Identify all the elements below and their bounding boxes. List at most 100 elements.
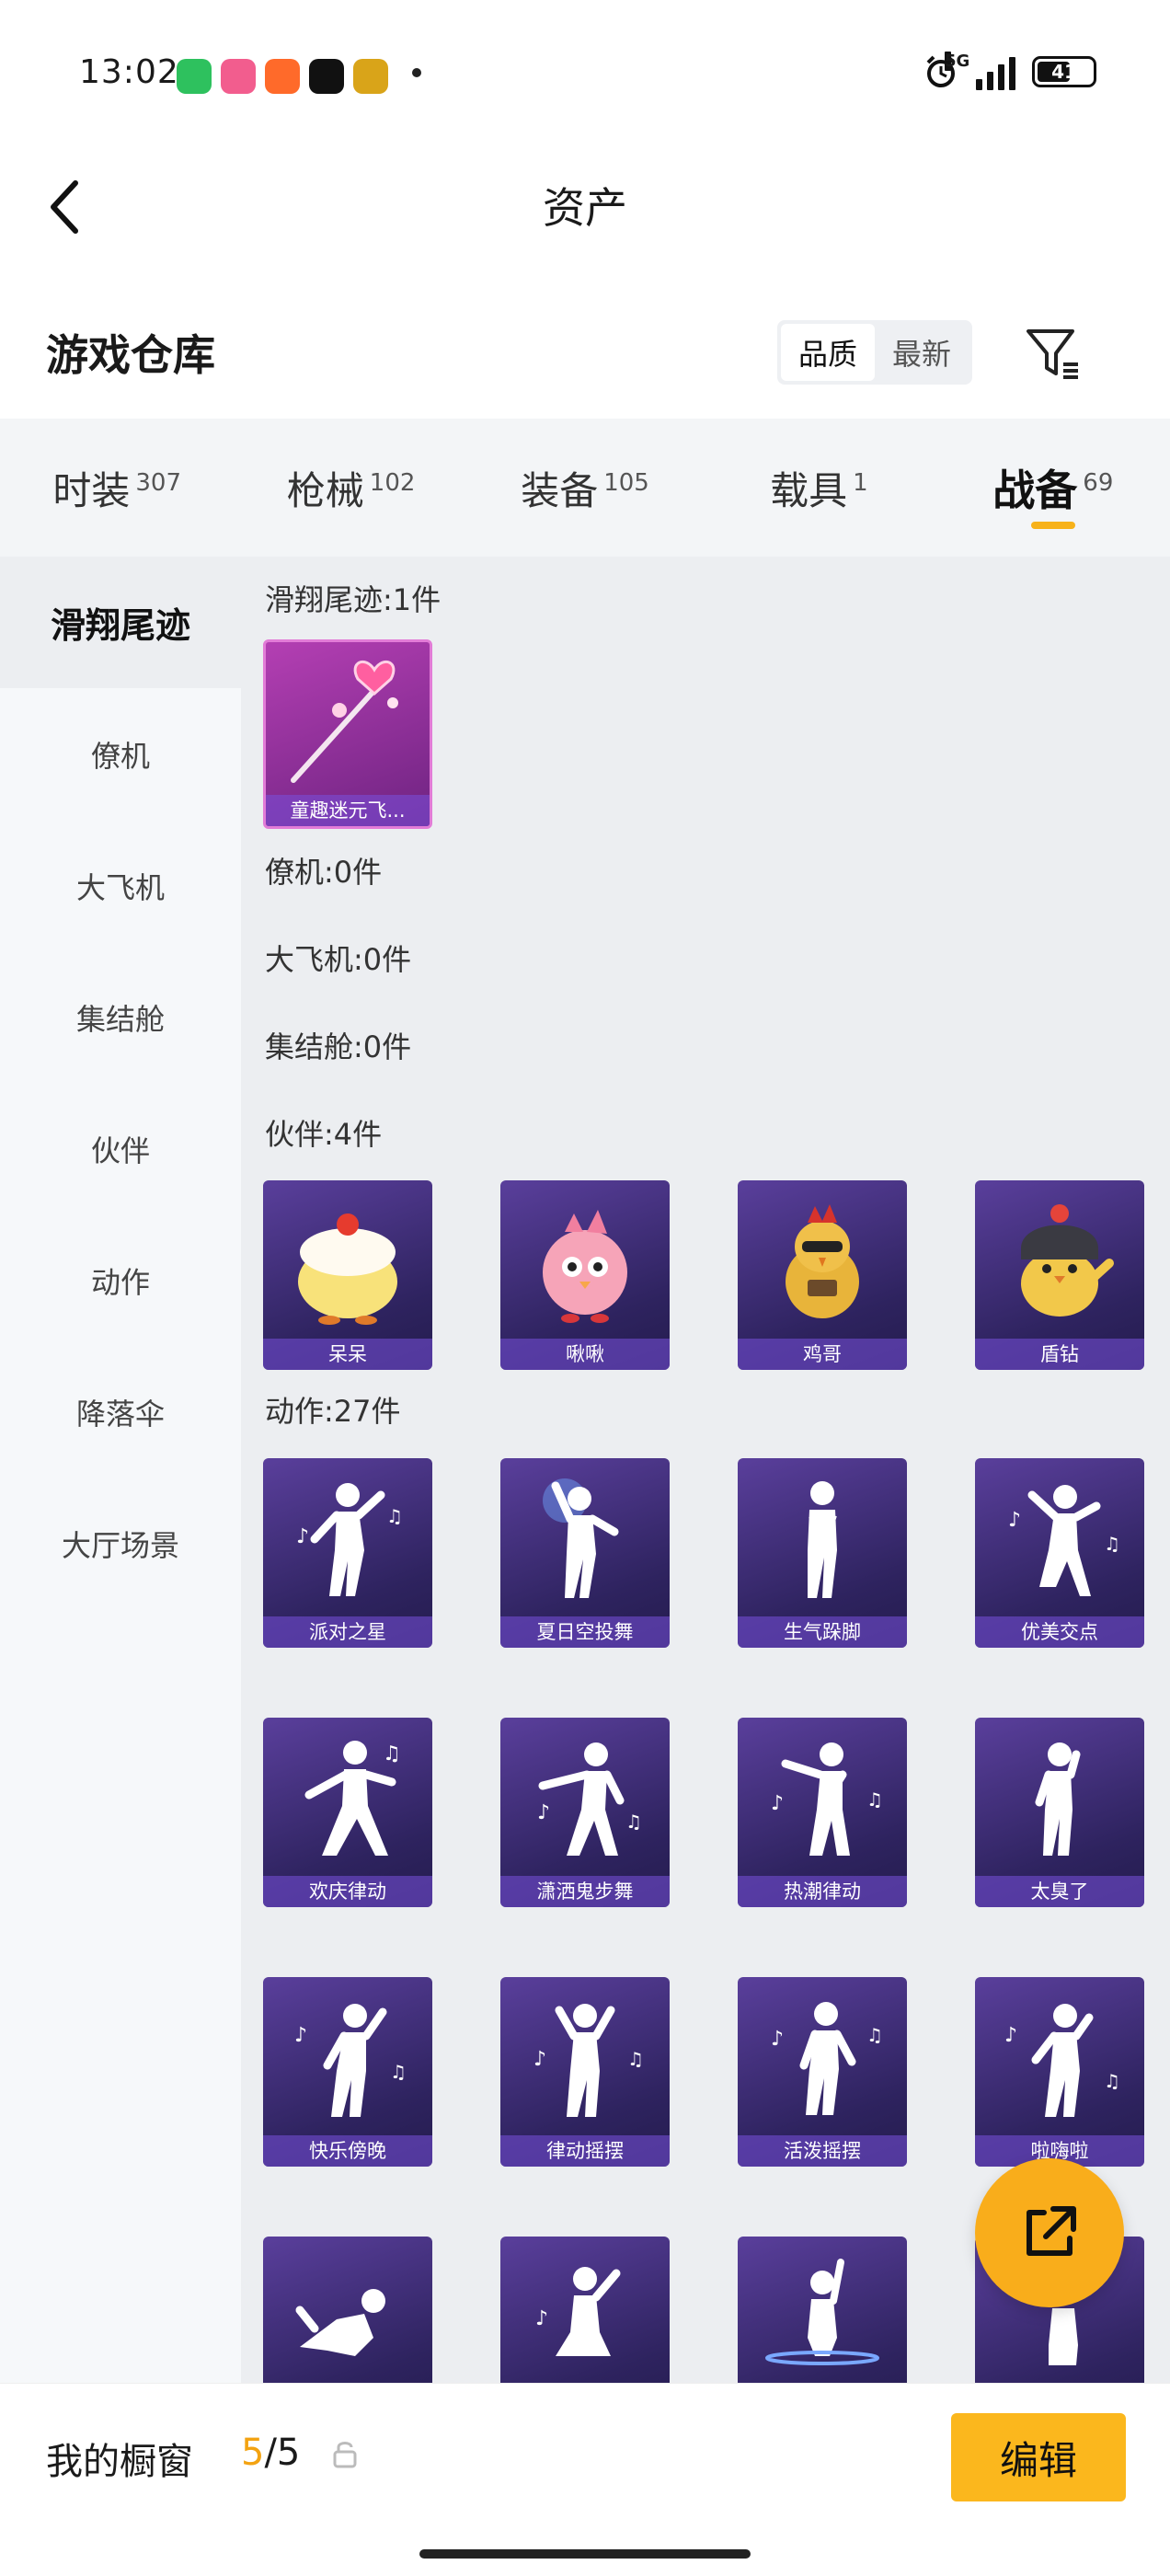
item-label: 太臭了 (975, 1876, 1144, 1907)
category-sidebar: 滑翔尾迹 僚机 大飞机 集结舱 伙伴 动作 降落伞 大厅场景 (0, 557, 241, 2383)
battery-icon: 41 (1032, 56, 1096, 87)
notification-dot (412, 68, 421, 77)
item-card-emote[interactable]: ♪ ♫ 热潮律动 (738, 1718, 907, 1907)
item-card-emote[interactable]: ♪ ♫ 派对之星 (263, 1458, 432, 1648)
sidebar-item-lobby[interactable]: 大厅场景 (0, 1478, 241, 1609)
item-card-emote[interactable]: ♪ ♫ 优美交点 (975, 1458, 1144, 1648)
sort-latest-button[interactable]: 最新 (875, 324, 969, 381)
dancer-icon: ♪♫ (771, 2002, 883, 2115)
lock-icon (333, 2442, 357, 2468)
wechat-icon (177, 59, 212, 94)
dancer-icon: ♫ (304, 1741, 401, 1856)
sidebar-item-parachute[interactable]: 降落伞 (0, 1346, 241, 1478)
dancer-icon: ♪♫ (771, 1742, 883, 1856)
showcase-count-total: /5 (264, 2432, 301, 2474)
item-card-emote[interactable]: ♪ ♫ 潇洒鬼步舞 (500, 1718, 670, 1907)
dancer-icon: ♪♫ (294, 2004, 407, 2117)
item-card-emote[interactable]: ♪ ♫ 快乐傍晚 (263, 1977, 432, 2167)
category-tabs: 时装 307 枪械 102 装备 105 载具 1 战备 69 (0, 419, 1170, 557)
section-header: 游戏仓库 品质 最新 (0, 294, 1170, 414)
network-label: 5G (945, 52, 970, 71)
bottom-bar: 我的橱窗 5/5 编辑 (0, 2383, 1170, 2576)
item-label: 童趣迷元飞... (266, 795, 430, 826)
item-card-emote[interactable]: ♪ ♫ 活泼摇摆 (738, 1977, 907, 2167)
item-card-partner[interactable]: 啾啾 (500, 1180, 670, 1370)
dancer-icon (808, 1481, 837, 1598)
svg-text:♪: ♪ (294, 2024, 307, 2047)
tab-label: 装备 (521, 467, 599, 513)
status-time: 13:02 (79, 53, 179, 91)
item-grid: 滑翔尾迹:1件 童趣迷元飞... 僚机:0件 大飞机:0件 集结舱:0件 伙伴:… (241, 557, 1170, 2383)
sidebar-item-plane[interactable]: 大飞机 (0, 820, 241, 951)
tab-label: 载具 (770, 467, 848, 513)
showcase-count: 5/5 (241, 2432, 300, 2474)
sort-quality-button[interactable]: 品质 (781, 324, 875, 381)
tab-fashion[interactable]: 时装 307 (0, 419, 234, 557)
chick-icon (298, 1213, 397, 1325)
tab-equipment[interactable]: 装备 105 (468, 419, 702, 557)
group-title-wingman: 僚机:0件 (265, 855, 383, 890)
item-card-emote[interactable]: ♪ (500, 2237, 670, 2383)
tab-vehicles[interactable]: 载具 1 (702, 419, 935, 557)
item-card-partner[interactable]: 盾钻 (975, 1180, 1144, 1370)
group-title-emote: 动作:27件 (265, 1394, 401, 1429)
item-card-emote[interactable] (738, 2237, 907, 2383)
item-card-emote[interactable]: 夏日空投舞 (500, 1458, 670, 1648)
item-card-partner[interactable]: 鸡哥 (738, 1180, 907, 1370)
edit-button[interactable]: 编辑 (951, 2413, 1126, 2501)
sidebar-item-capsule[interactable]: 集结舱 (0, 951, 241, 1083)
svg-text:♫: ♫ (866, 2024, 883, 2046)
sidebar-item-wingman[interactable]: 僚机 (0, 688, 241, 820)
item-card-emote[interactable]: 生气跺脚 (738, 1458, 907, 1648)
share-button[interactable] (975, 2158, 1124, 2307)
pink-bird-icon (543, 1210, 627, 1323)
helmet-chick-icon (1021, 1204, 1114, 1317)
dancer-icon: ♪♫ (1004, 2004, 1120, 2117)
item-label: 派对之星 (263, 1616, 432, 1648)
svg-text:♫: ♫ (625, 1811, 642, 1833)
sidebar-item-trail[interactable]: 滑翔尾迹 (0, 557, 241, 688)
svg-text:♫: ♫ (627, 2048, 644, 2070)
item-label: 欢庆律动 (263, 1876, 432, 1907)
svg-text:♫: ♫ (1104, 1533, 1120, 1555)
item-card-emote[interactable]: ♪ ♫ 啦嗨啦 (975, 1977, 1144, 2167)
item-label: 鸡哥 (738, 1339, 907, 1370)
sidebar-item-partner[interactable]: 伙伴 (0, 1083, 241, 1214)
svg-text:♫: ♫ (390, 2061, 407, 2083)
page-title: 资产 (543, 183, 627, 233)
showcase-count-current: 5 (241, 2432, 265, 2474)
tab-guns[interactable]: 枪械 102 (234, 419, 467, 557)
item-label: 呆呆 (263, 1339, 432, 1370)
wand-icon (291, 660, 398, 783)
item-label: 生气跺脚 (738, 1616, 907, 1648)
item-label: 盾钻 (975, 1339, 1144, 1370)
item-card-emote[interactable]: ♪ ♫ 律动摇摆 (500, 1977, 670, 2167)
title-bar: 资产 (0, 147, 1170, 267)
item-card-partner[interactable]: 呆呆 (263, 1180, 432, 1370)
item-card-emote[interactable]: ♫ 欢庆律动 (263, 1718, 432, 1907)
sort-toggle: 品质 最新 (777, 320, 972, 385)
svg-text:♪: ♪ (1004, 2024, 1017, 2047)
filter-icon (1027, 329, 1078, 379)
item-label: 优美交点 (975, 1616, 1144, 1648)
svg-text:♪: ♪ (535, 2307, 548, 2330)
item-label: 潇洒鬼步舞 (500, 1876, 670, 1907)
tab-battle-prep[interactable]: 战备 69 (936, 419, 1170, 557)
tab-count: 307 (135, 469, 182, 497)
item-card-trail[interactable]: 童趣迷元飞... (263, 639, 432, 829)
svg-text:♫: ♫ (386, 1505, 403, 1527)
bilibili-icon (221, 59, 256, 94)
status-bar: 13:02 5G 41 (0, 0, 1170, 147)
sidebar-item-emote[interactable]: 动作 (0, 1214, 241, 1346)
svg-text:♪: ♪ (537, 1801, 550, 1824)
item-card-emote[interactable]: 太臭了 (975, 1718, 1144, 1907)
item-card-emote[interactable] (263, 2237, 432, 2383)
tab-label: 战备 (992, 466, 1078, 515)
item-label: 啾啾 (500, 1339, 670, 1370)
app-orange-icon (265, 59, 300, 94)
home-indicator[interactable] (419, 2549, 751, 2559)
filter-button[interactable] (1021, 322, 1085, 386)
warehouse-title: 游戏仓库 (46, 330, 215, 380)
svg-text:♫: ♫ (866, 1788, 883, 1811)
tab-label: 时装 (52, 467, 131, 513)
